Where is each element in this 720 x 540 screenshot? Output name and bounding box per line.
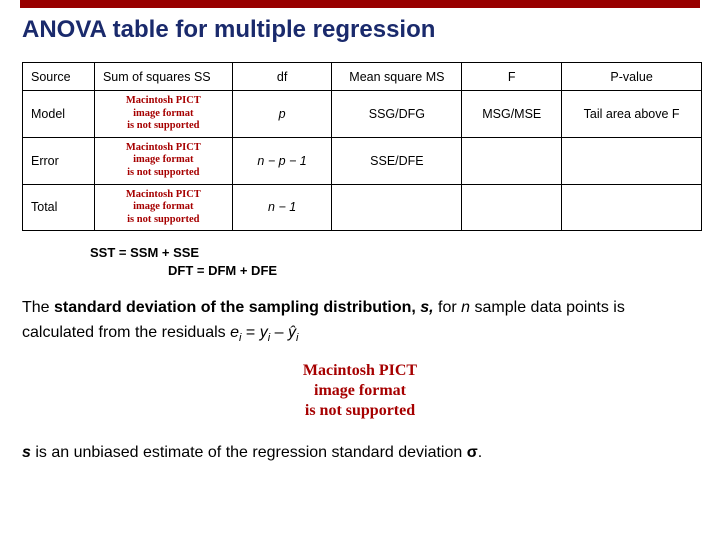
anova-table: Source Sum of squares SS df Mean square … [22,62,702,231]
t2c: σ [467,444,478,461]
cell-total-f [462,184,562,231]
eq-sst: SST = SSM + SSE [90,245,199,260]
t1e: n [461,299,470,316]
paragraph-2: s is an unbiased estimate of the regress… [22,441,698,466]
eq-dft: DFT = DFM + DFE [168,263,720,278]
cell-error-f [462,137,562,184]
t1n: i [296,332,298,344]
t1a: The [22,299,54,316]
t1l: – [270,324,288,341]
cell-model-src: Model [23,91,95,138]
table-row: Error Macintosh PICTimage formatis not s… [23,137,702,184]
table-row: Model Macintosh PICTimage formatis not s… [23,91,702,138]
col-f-label: F [508,70,516,84]
table-row: Total Macintosh PICTimage formatis not s… [23,184,702,231]
t1g: e [230,324,239,341]
cell-total-ms [332,184,462,231]
t2a: s [22,444,31,461]
col-source: Source [23,63,95,91]
cell-error-ms: SSE/DFE [332,137,462,184]
col-ss: Sum of squares SS [94,63,232,91]
t1m: ŷ [288,324,296,341]
t2d: . [478,444,482,461]
cell-model-p: Tail area above F [562,91,702,138]
cell-model-ms: SSG/DFG [332,91,462,138]
t1j: y [260,324,268,341]
col-ms: Mean square MS [332,63,462,91]
cell-error-df: n − p − 1 [232,137,332,184]
col-f: F [462,63,562,91]
col-df: df [232,63,332,91]
cell-model-ss: Macintosh PICTimage formatis not support… [94,91,232,138]
cell-total-df: n − 1 [232,184,332,231]
cell-error-p [562,137,702,184]
cell-total-p [562,184,702,231]
page-title: ANOVA table for multiple regression [22,16,700,44]
t1d: for [434,299,462,316]
top-rule [20,0,700,8]
cell-error-ss: Macintosh PICTimage formatis not support… [94,137,232,184]
t1c: s, [420,299,433,316]
pict-placeholder: Macintosh PICTimage formatis not support… [126,142,201,180]
table-header-row: Source Sum of squares SS df Mean square … [23,63,702,91]
pict-placeholder: Macintosh PICTimage formatis not support… [126,189,201,227]
t1b: standard deviation of the sampling distr… [54,299,420,316]
paragraph-1: The standard deviation of the sampling d… [22,296,698,347]
t2b: is an unbiased estimate of the regressio… [31,444,467,461]
equations: SST = SSM + SSE DFT = DFM + DFE [90,245,720,278]
cell-model-f: MSG/MSE [462,91,562,138]
col-pvalue: P-value [562,63,702,91]
pict-placeholder: Macintosh PICTimage formatis not support… [126,95,201,133]
cell-total-ss: Macintosh PICTimage formatis not support… [94,184,232,231]
cell-model-df: p [232,91,332,138]
cell-error-src: Error [23,137,95,184]
cell-total-src: Total [23,184,95,231]
t1i: = [241,324,259,341]
pict-large-placeholder: Macintosh PICTimage formatis not support… [210,361,510,421]
